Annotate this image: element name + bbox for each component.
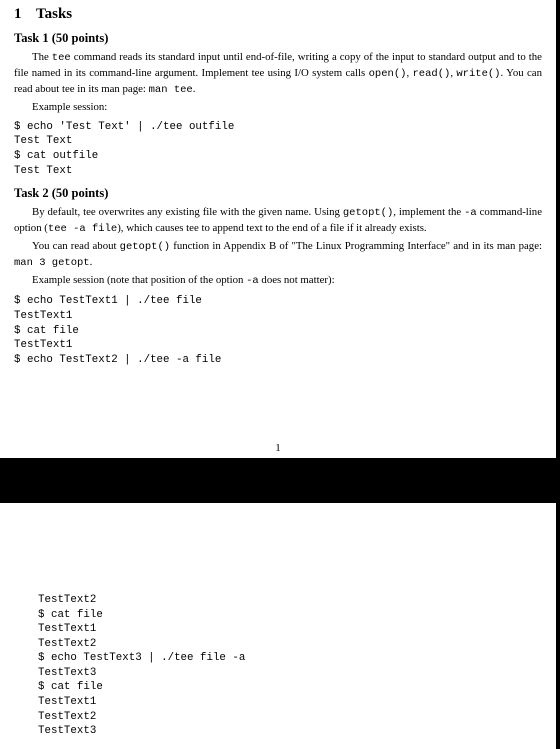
page-number: 1 bbox=[0, 442, 556, 454]
task1-heading: Task 1 (50 points) bbox=[14, 31, 542, 46]
page-separator bbox=[0, 458, 560, 503]
text: , implement the bbox=[393, 206, 464, 218]
task2-heading: Task 2 (50 points) bbox=[14, 186, 542, 201]
code-read: read() bbox=[413, 68, 451, 80]
code-man-tee: man tee bbox=[149, 84, 193, 96]
task2-para3: Example session (note that position of t… bbox=[14, 273, 542, 289]
code-man-getopt: man 3 getopt bbox=[14, 257, 90, 269]
code-a-flag: -a bbox=[246, 275, 259, 287]
task1-session: $ echo 'Test Text' | ./tee outfile Test … bbox=[14, 120, 542, 178]
code-tee: tee bbox=[52, 52, 71, 64]
code-getopt: getopt() bbox=[343, 207, 393, 219]
text: ), which causes tee to append text to th… bbox=[117, 222, 426, 234]
text: By default, tee overwrites any existing … bbox=[32, 206, 343, 218]
text: . bbox=[193, 83, 196, 95]
task2-para2: You can read about getopt() function in … bbox=[14, 239, 542, 271]
section-heading: 1Tasks bbox=[14, 6, 542, 23]
text: Example session (note that position of t… bbox=[32, 274, 246, 286]
page-2: TestText2 $ cat file TestText1 TestText2… bbox=[0, 503, 560, 749]
text: The bbox=[32, 51, 52, 63]
task2-para1: By default, tee overwrites any existing … bbox=[14, 205, 542, 237]
text: does not matter): bbox=[259, 274, 335, 286]
task1-para2: Example session: bbox=[14, 100, 542, 114]
task1-para1: The tee command reads its standard input… bbox=[14, 50, 542, 98]
code-write: write() bbox=[456, 68, 500, 80]
text: . bbox=[90, 256, 93, 268]
section-title: Tasks bbox=[36, 6, 72, 22]
page-1: 1Tasks Task 1 (50 points) The tee comman… bbox=[0, 0, 560, 458]
code-a-flag: -a bbox=[464, 207, 477, 219]
code-tee-a-file: tee -a file bbox=[48, 223, 117, 235]
code-getopt: getopt() bbox=[120, 241, 170, 253]
task2-session-part2: TestText2 $ cat file TestText1 TestText2… bbox=[38, 593, 542, 739]
text: function in Appendix B of "The Linux Pro… bbox=[170, 240, 542, 252]
text: You can read about bbox=[32, 240, 120, 252]
section-number: 1 bbox=[14, 6, 36, 23]
code-open: open() bbox=[369, 68, 407, 80]
task2-session-part1: $ echo TestText1 | ./tee file TestText1 … bbox=[14, 294, 542, 367]
